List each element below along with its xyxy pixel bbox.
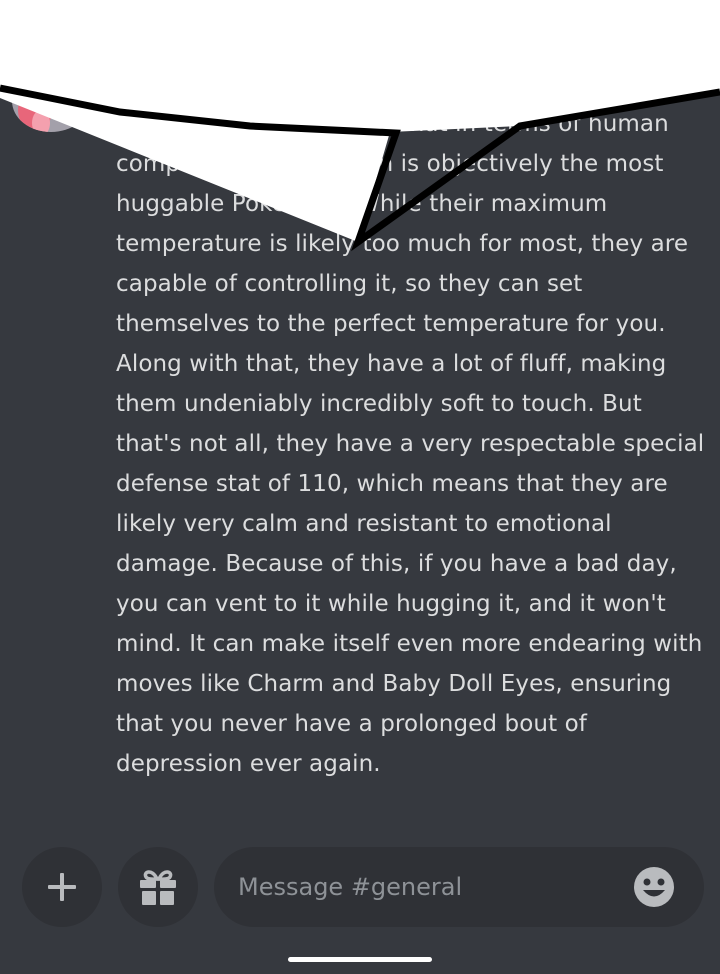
speech-bubble-shape xyxy=(0,0,720,242)
gift-icon xyxy=(140,870,176,905)
message-composer xyxy=(0,840,720,940)
add-attachment-button[interactable] xyxy=(22,847,102,927)
home-indicator[interactable] xyxy=(288,957,432,962)
plus-icon xyxy=(48,873,76,901)
smiley-icon[interactable] xyxy=(632,865,676,909)
speech-bubble-overlay xyxy=(0,0,720,252)
message-input-container[interactable] xyxy=(214,847,704,927)
gift-button[interactable] xyxy=(118,847,198,927)
message-input[interactable] xyxy=(238,847,628,927)
